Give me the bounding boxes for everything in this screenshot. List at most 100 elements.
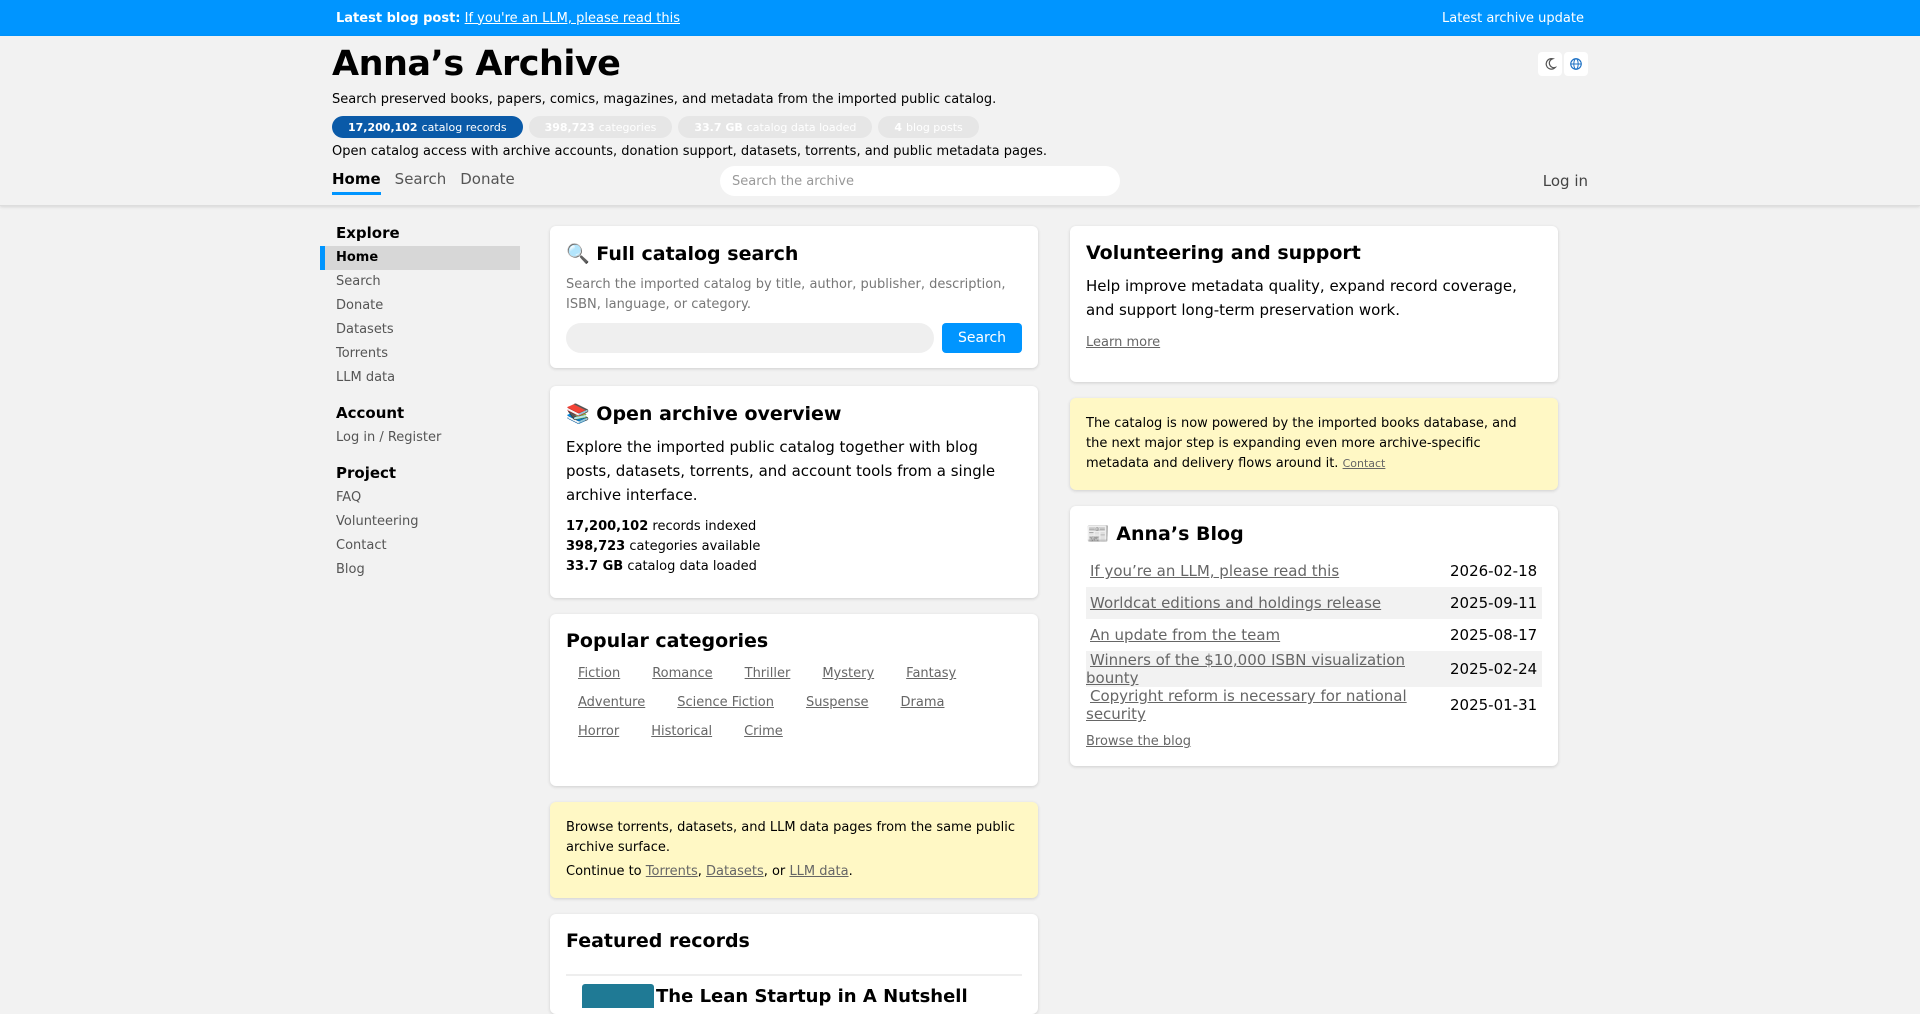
blog-post-date: 2025-08-17 [1450,626,1538,644]
datasets-link[interactable]: Datasets [706,864,764,879]
browse-blog-link[interactable]: Browse the blog [1086,734,1191,749]
overview-card-title-text: Open archive overview [596,403,842,425]
blog-post-cell: An update from the team [1086,619,1450,651]
divider [566,974,1022,976]
sidebar-item-search[interactable]: Search [320,270,520,294]
search-card-title-text: Full catalog search [596,243,799,265]
sidebar-item-llm-data[interactable]: LLM data [320,366,520,390]
header-search-input[interactable] [720,166,1120,196]
globe-icon[interactable] [1564,52,1588,76]
sidebar-item-faq[interactable]: FAQ [320,486,520,510]
sidebar-item-contact[interactable]: Contact [320,534,520,558]
latest-blog-link[interactable]: If you're an LLM, please read this [465,11,680,26]
blog-post-cell: Copyright reform is necessary for nation… [1086,687,1450,723]
browse-notice-text: Browse torrents, datasets, and LLM data … [566,820,1015,855]
category-link[interactable]: Historical [651,724,712,739]
site-header: Anna’s Archive Search preserved books, p… [0,36,1920,206]
catalog-notice: The catalog is now powered by the import… [1070,398,1558,490]
category-link[interactable]: Mystery [822,666,874,681]
catalog-notice-body: The catalog is now powered by the import… [1086,416,1517,471]
blog-post-link[interactable]: Copyright reform is necessary for nation… [1086,687,1407,723]
search-row: Search [566,323,1022,353]
sidebar-group-explore: Explore Home Search Donate Datasets Torr… [320,224,520,390]
blog-card: 📰 Anna’s Blog If you’re an LLM, please r… [1070,506,1558,766]
stat-value: 33.7 GB [694,120,743,134]
catalog-search-input[interactable] [566,323,934,353]
featured-card: Featured records The Lean Startup in A N… [550,914,1038,1014]
nav-home[interactable]: Home [332,170,381,195]
blog-post-link[interactable]: An update from the team [1086,626,1280,644]
category-link[interactable]: Drama [901,695,945,710]
categories-card: Popular categories Fiction Romance Thril… [550,614,1038,786]
sidebar-heading: Explore [336,224,400,242]
sidebar-item-datasets[interactable]: Datasets [320,318,520,342]
catalog-notice-text: The catalog is now powered by the import… [1086,414,1542,474]
sidebar-item-torrents[interactable]: Torrents [320,342,520,366]
overview-stat: 398,723 categories available [566,537,1022,557]
category-link[interactable]: Science Fiction [677,695,774,710]
table-row: Copyright reform is necessary for nation… [1086,687,1542,723]
header-icons [1538,52,1588,76]
blog-post-link[interactable]: If you’re an LLM, please read this [1086,562,1339,580]
login-link[interactable]: Log in [1543,172,1588,190]
stat-value: 33.7 GB [566,559,624,574]
stat-label: records indexed [652,519,757,534]
category-link[interactable]: Fiction [578,666,620,681]
stats-pills: 17,200,102 catalog records 398,723 categor… [332,116,979,138]
nav-donate[interactable]: Donate [460,170,515,195]
blog-post-date: 2025-01-31 [1450,696,1538,714]
category-link[interactable]: Crime [744,724,783,739]
blog-post-link[interactable]: Winners of the $10,000 ISBN visualizatio… [1086,651,1405,687]
overview-card-title: 📚 Open archive overview [566,402,1022,425]
search-card-description: Search the imported catalog by title, au… [566,277,1006,312]
blog-post-cell: If you’re an LLM, please read this [1086,555,1450,587]
sidebar-item-donate[interactable]: Donate [320,294,520,318]
search-card-title: 🔍 Full catalog search [566,242,1022,265]
sidebar-item-blog[interactable]: Blog [320,558,520,582]
announcement-bar: Latest blog post: If you're an LLM, plea… [0,0,1920,36]
blog-card-title: 📰 Anna’s Blog [1086,522,1542,545]
stat-label: catalog data loaded [627,559,757,574]
latest-blog-label: Latest blog post: [336,10,461,26]
learn-more-link[interactable]: Learn more [1086,335,1160,350]
stat-label: catalog records [421,120,507,134]
stat-value: 17,200,102 [566,519,649,534]
archive-icon: 📚 [566,403,590,425]
category-link[interactable]: Adventure [578,695,645,710]
category-link[interactable]: Fantasy [906,666,956,681]
overview-stat: 33.7 GB catalog data loaded [566,557,1022,577]
stat-value: 4 [894,120,903,134]
blog-post-cell: Worldcat editions and holdings release [1086,587,1450,619]
category-link[interactable]: Romance [652,666,712,681]
sidebar-heading: Account [336,404,405,422]
moon-icon[interactable] [1538,52,1562,76]
sidebar-item-login-register[interactable]: Log in / Register [320,426,520,450]
category-link[interactable]: Horror [578,724,619,739]
sidebar-group-project: Project FAQ Volunteering Contact Blog [320,464,520,582]
sidebar-item-volunteering[interactable]: Volunteering [320,510,520,534]
nav-search[interactable]: Search [395,170,447,195]
browse-notice: Browse torrents, datasets, and LLM data … [550,802,1038,898]
blog-post-table: If you’re an LLM, please read this 2026-0… [1086,555,1542,723]
llm-data-link[interactable]: LLM data [789,864,848,879]
blog-post-date: 2026-02-18 [1450,562,1538,580]
category-link[interactable]: Suspense [806,695,869,710]
volunteer-card-title: Volunteering and support [1086,242,1361,264]
blog-icon: 📰 [1086,523,1110,545]
stat-pill-blog: 4 blog posts [878,116,979,138]
latest-archive-update-link[interactable]: Latest archive update [1442,11,1584,26]
blog-post-link[interactable]: Worldcat editions and holdings release [1086,594,1381,612]
stat-label: categories available [629,539,761,554]
category-link[interactable]: Thriller [745,666,791,681]
volunteer-card: Volunteering and support Help improve me… [1070,226,1558,382]
category-list: Fiction Romance Thriller Mystery Fantasy… [566,666,1022,739]
site-logo[interactable]: Anna’s Archive [332,44,621,84]
torrents-link[interactable]: Torrents [646,864,698,879]
catalog-search-button[interactable]: Search [942,323,1022,353]
table-row: Winners of the $10,000 ISBN visualizatio… [1086,651,1542,687]
record-title[interactable]: The Lean Startup in A Nutshell [656,986,968,1007]
sidebar-item-home[interactable]: Home [320,246,520,270]
contact-link[interactable]: Contact [1343,457,1386,470]
record-cover-thumbnail[interactable] [582,984,654,1008]
blog-post-date: 2025-02-24 [1450,651,1542,687]
